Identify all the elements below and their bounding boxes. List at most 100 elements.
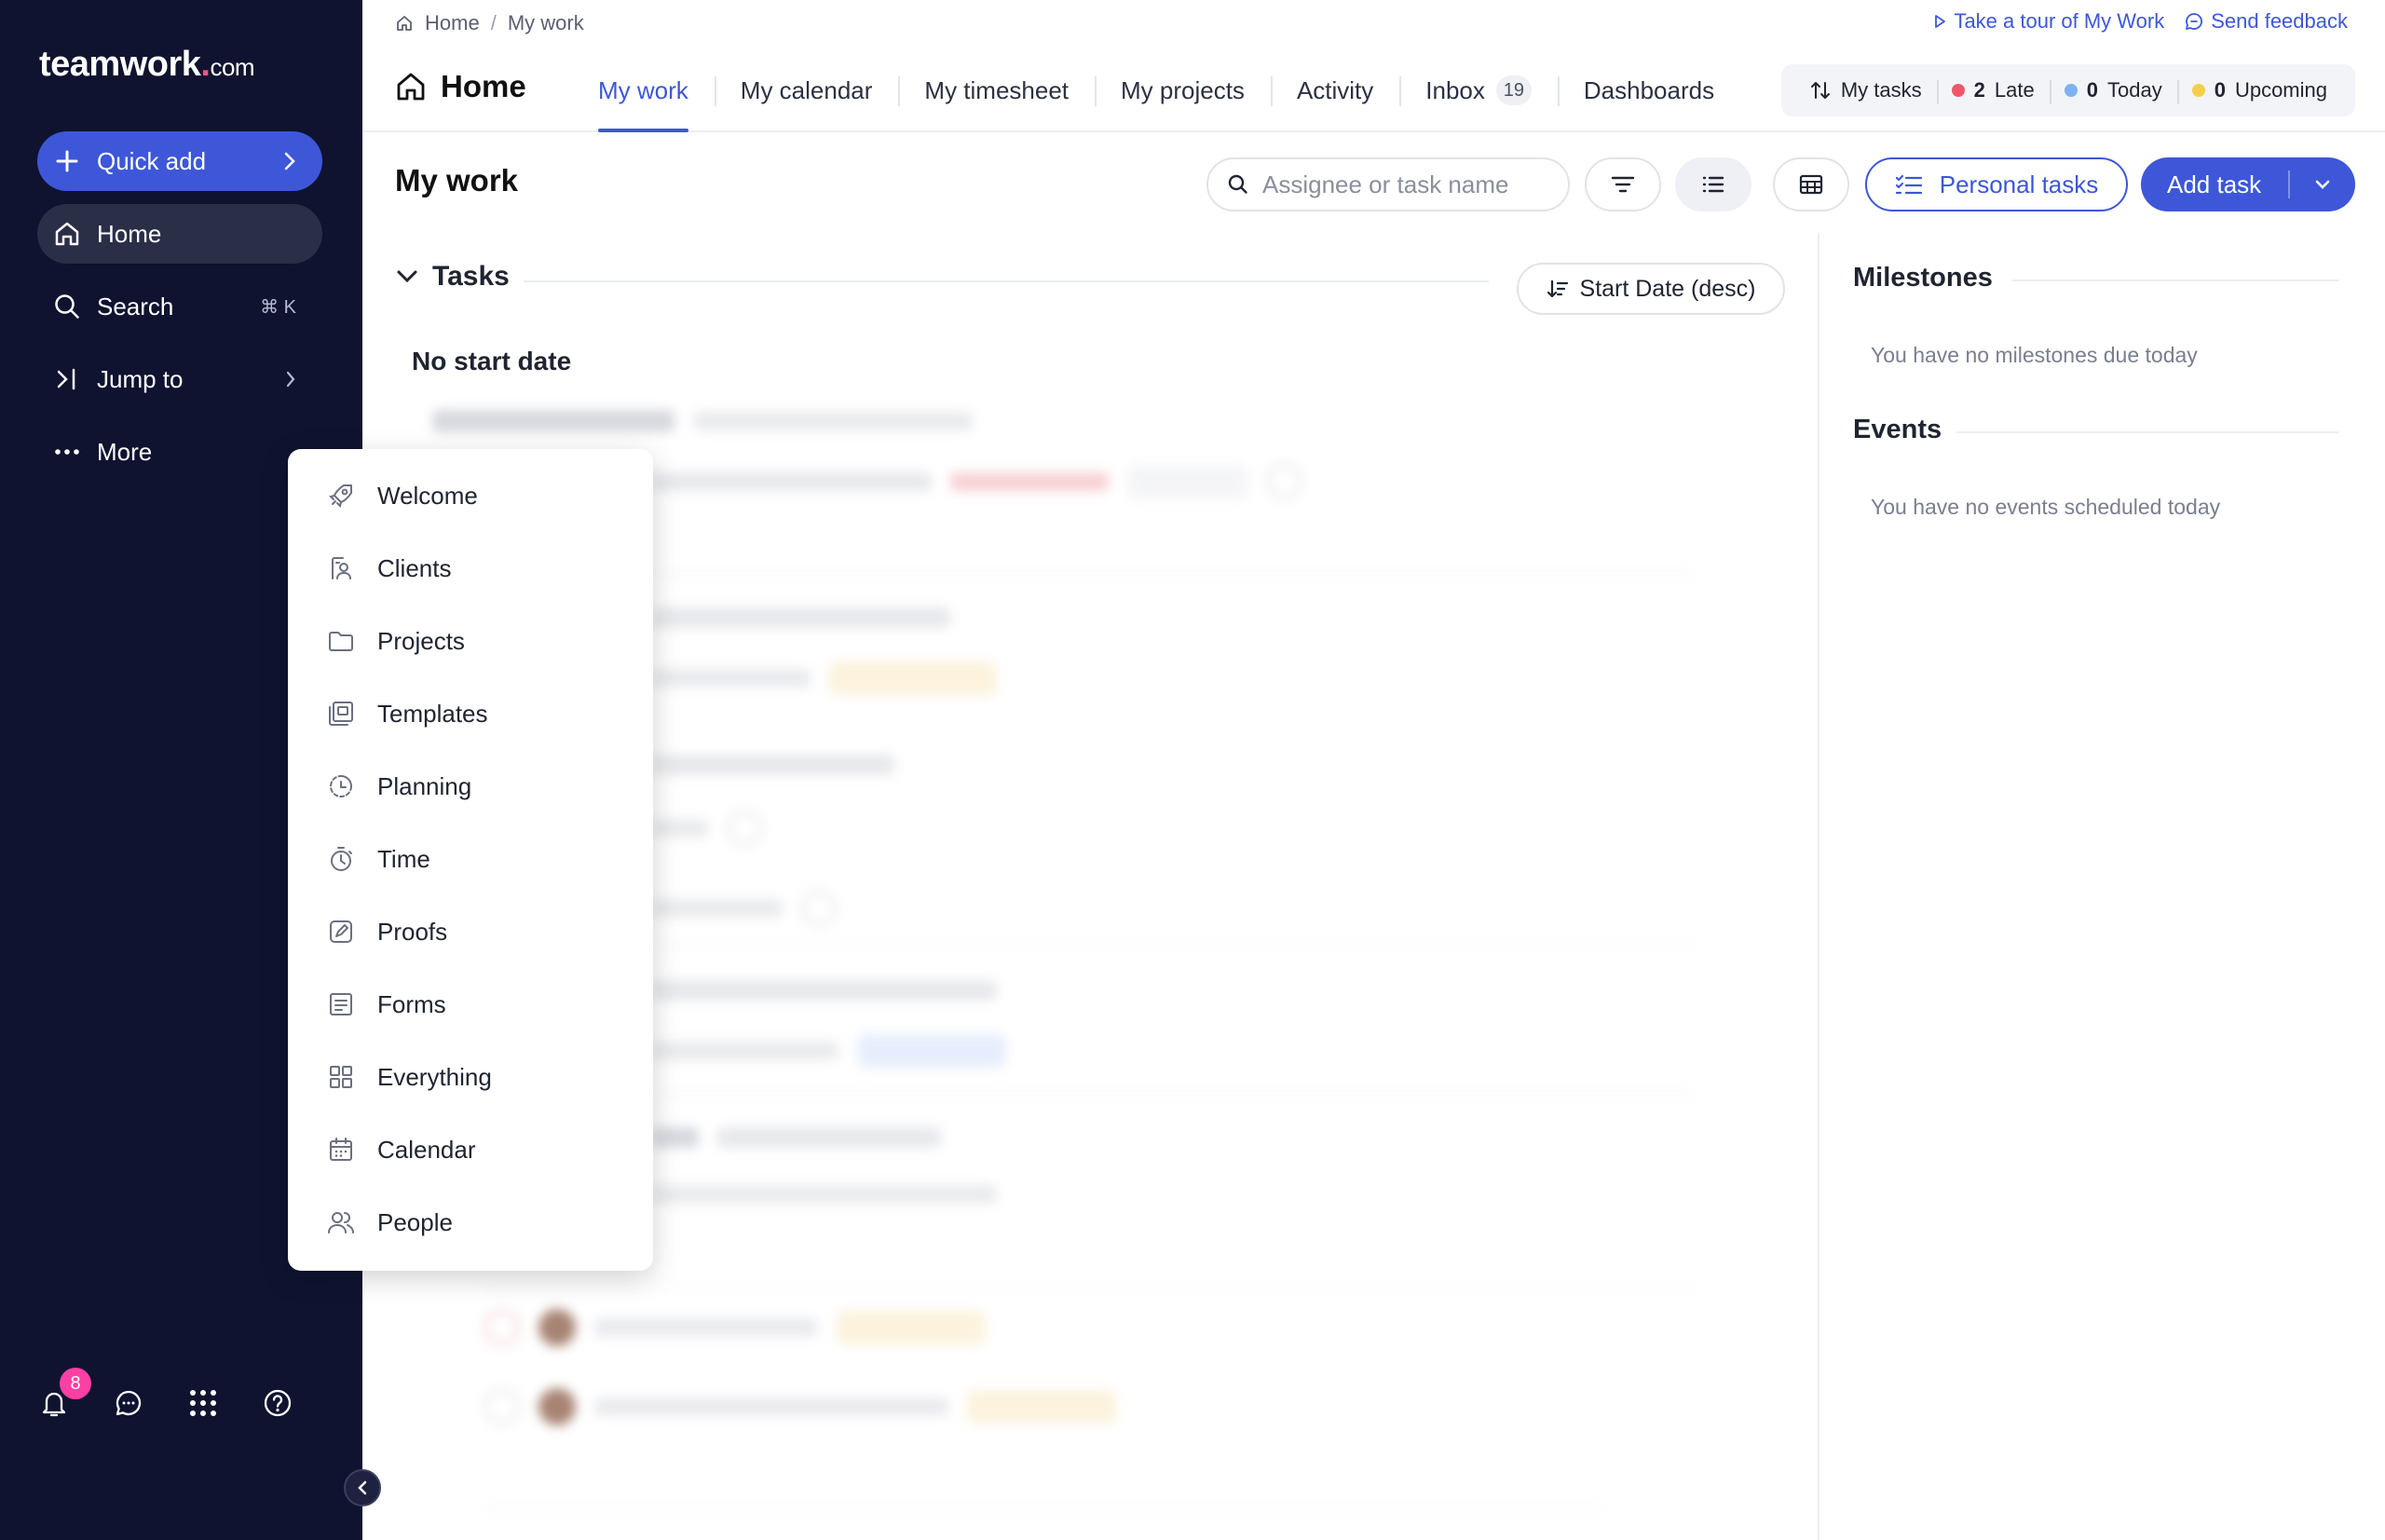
nav-home-title: Home <box>394 69 526 104</box>
blurred-avatar <box>538 1388 576 1425</box>
blurred-text <box>652 1127 699 1148</box>
table-view-button[interactable] <box>1773 157 1849 211</box>
take-tour-label: Take a tour of My Work <box>1954 9 2165 33</box>
take-tour-link[interactable]: Take a tour of My Work <box>1933 9 2164 34</box>
sidebar-item-search[interactable]: Search ⌘ K <box>37 279 322 334</box>
task-group-header <box>652 607 950 628</box>
search-input[interactable] <box>1262 170 1542 199</box>
blurred-text <box>652 819 708 838</box>
menu-item-label: Templates <box>377 699 488 728</box>
teamwork-logo[interactable]: teamwork. com <box>39 45 255 85</box>
my-tasks-label: My tasks <box>1840 78 1922 102</box>
folder-icon <box>327 627 368 655</box>
more-menu: Welcome Clients Projects Templates Plann… <box>288 449 653 1271</box>
upcoming-count[interactable]: 0 Upcoming <box>2176 78 2342 104</box>
today-dot <box>2064 84 2078 97</box>
sort-button[interactable]: Start Date (desc) <box>1517 263 1785 315</box>
menu-item-proofs[interactable]: Proofs <box>288 899 653 964</box>
personal-tasks-button[interactable]: Personal tasks <box>1865 157 2128 211</box>
events-divider <box>1956 431 2338 433</box>
apps-button[interactable] <box>186 1386 220 1420</box>
blurred-text <box>594 1397 948 1416</box>
sidebar-item-more[interactable]: More <box>37 424 322 480</box>
menu-item-forms[interactable]: Forms <box>288 972 653 1037</box>
help-button[interactable] <box>261 1386 294 1420</box>
add-task-dropdown[interactable] <box>2290 179 2355 190</box>
menu-item-label: Everything <box>377 1062 492 1091</box>
blurred-text <box>652 669 811 688</box>
blurred-text <box>652 1185 997 1204</box>
task-group-header <box>652 1127 941 1148</box>
filter-icon <box>1611 176 1635 193</box>
tab-label: My projects <box>1121 75 1245 104</box>
menu-item-templates[interactable]: Templates <box>288 681 653 746</box>
late-count[interactable]: 2 Late <box>1936 78 2050 104</box>
tab-dashboards[interactable]: Dashboards <box>1557 48 1740 132</box>
apps-grid-icon <box>190 1390 216 1416</box>
menu-item-planning[interactable]: Planning <box>288 754 653 819</box>
send-feedback-link[interactable]: Send feedback <box>2185 9 2348 34</box>
tab-my-timesheet[interactable]: My timesheet <box>898 48 1095 132</box>
sort-arrows-icon <box>1810 82 1830 99</box>
blurred-divider <box>652 1092 1696 1094</box>
calendar-icon <box>327 1136 368 1164</box>
task-row <box>484 1388 1116 1425</box>
search-field[interactable] <box>1206 157 1570 211</box>
proofs-icon <box>327 918 368 946</box>
sidebar-item-home[interactable]: Home <box>37 204 322 264</box>
templates-icon <box>327 700 368 728</box>
blurred-divider <box>652 945 1696 947</box>
tab-label: Dashboards <box>1583 75 1715 104</box>
my-tasks-toggle[interactable]: My tasks <box>1794 78 1937 102</box>
today-count[interactable]: 0 Today <box>2049 78 2177 104</box>
task-row <box>652 661 997 695</box>
tab-label: My work <box>598 75 688 104</box>
menu-item-welcome[interactable]: Welcome <box>288 463 653 528</box>
blurred-divider <box>484 1507 1602 1509</box>
blurred-pill <box>829 661 997 695</box>
clients-icon <box>327 554 368 582</box>
menu-item-clients[interactable]: Clients <box>288 536 653 601</box>
tab-activity[interactable]: Activity <box>1270 48 1399 132</box>
menu-item-projects[interactable]: Projects <box>288 608 653 674</box>
planning-icon <box>327 772 368 800</box>
tab-my-calendar[interactable]: My calendar <box>714 48 899 132</box>
menu-item-everything[interactable]: Everything <box>288 1044 653 1110</box>
tab-inbox[interactable]: Inbox 19 <box>1399 48 1558 132</box>
quick-add-button[interactable]: Quick add <box>37 131 322 191</box>
notifications-button[interactable]: 8 <box>37 1368 91 1420</box>
menu-item-label: People <box>377 1207 453 1236</box>
collapse-sidebar-button[interactable] <box>344 1469 381 1506</box>
blurred-text <box>693 412 973 430</box>
milestones-divider <box>2012 279 2338 281</box>
task-group-header <box>652 755 894 775</box>
notifications-badge: 8 <box>60 1368 91 1399</box>
tab-label: Inbox <box>1425 75 1485 104</box>
milestones-empty-text: You have no milestones due today <box>1871 343 2198 367</box>
tab-my-work[interactable]: My work <box>572 48 715 132</box>
breadcrumb: Home / My work <box>395 9 584 37</box>
chat-button[interactable] <box>112 1386 145 1420</box>
sidebar-item-jump-to[interactable]: Jump to <box>37 351 322 407</box>
table-icon <box>1799 174 1823 195</box>
events-empty-text: You have no events scheduled today <box>1871 495 2221 519</box>
search-icon <box>1228 174 1247 194</box>
right-panel-divider <box>1818 233 1819 1540</box>
menu-item-people[interactable]: People <box>288 1190 653 1255</box>
breadcrumb-home[interactable]: Home <box>425 11 480 35</box>
chevron-right-icon <box>283 151 296 171</box>
menu-item-time[interactable]: Time <box>288 826 653 892</box>
filter-button[interactable] <box>1585 157 1661 211</box>
list-icon <box>1702 176 1724 193</box>
tasks-section-toggle[interactable]: Tasks <box>395 261 510 293</box>
sidebar-item-label: Jump to <box>97 364 184 393</box>
task-row <box>652 891 837 926</box>
chevron-down-icon <box>397 270 417 283</box>
list-view-button[interactable] <box>1675 157 1751 211</box>
tab-my-projects[interactable]: My projects <box>1095 48 1271 132</box>
late-number: 2 <box>1973 78 1985 102</box>
add-task-button[interactable]: Add task <box>2141 157 2355 211</box>
events-title: Events <box>1853 415 1942 444</box>
menu-item-label: Clients <box>377 553 452 582</box>
menu-item-calendar[interactable]: Calendar <box>288 1117 653 1182</box>
